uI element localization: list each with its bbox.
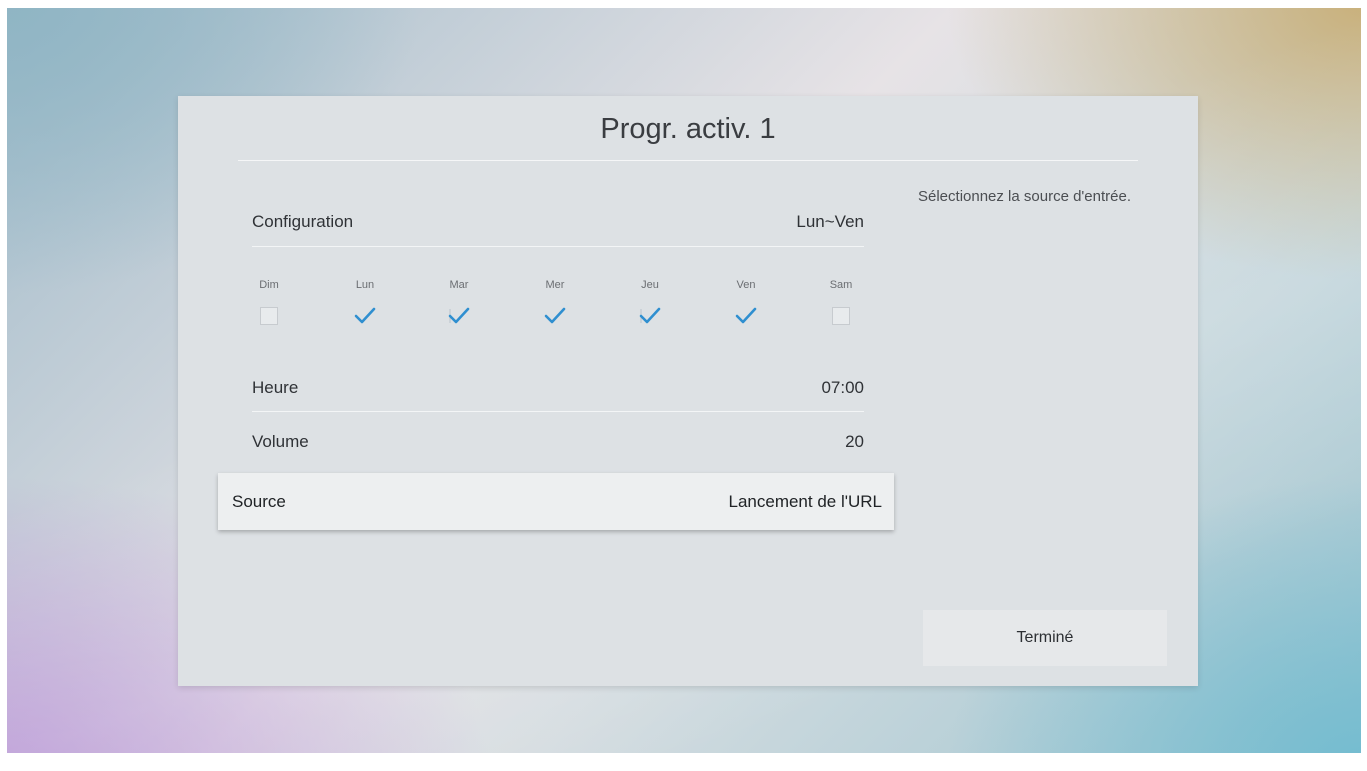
days-selector: Dim Lun Mar Mer Jeu Ven Sam: [244, 279, 874, 343]
day-friday[interactable]: Ven: [721, 279, 771, 327]
checkmark-icon[interactable]: [544, 305, 566, 327]
row-divider: [252, 411, 864, 412]
help-text: Sélectionnez la source d'entrée.: [918, 188, 1131, 205]
checkmark-icon[interactable]: [639, 305, 661, 327]
day-thursday[interactable]: Jeu: [625, 279, 675, 327]
configuration-value: Lun~Ven: [796, 212, 864, 231]
schedule-dialog: Progr. activ. 1 Configuration Lun~Ven Di…: [178, 96, 1198, 686]
checkmark-icon[interactable]: [735, 305, 757, 327]
day-label: Dim: [259, 279, 279, 291]
checkmark-icon[interactable]: [354, 305, 376, 327]
day-label: Lun: [355, 279, 375, 291]
unchecked-box-icon[interactable]: [258, 305, 280, 327]
volume-value: 20: [845, 432, 864, 451]
checkmark-icon[interactable]: [448, 305, 470, 327]
configuration-row[interactable]: Configuration Lun~Ven: [252, 202, 864, 242]
done-button[interactable]: Terminé: [923, 610, 1167, 666]
screen-border-top: [0, 0, 1367, 8]
day-wednesday[interactable]: Mer: [530, 279, 580, 327]
heure-label: Heure: [252, 378, 299, 397]
row-divider: [252, 246, 864, 247]
day-monday[interactable]: Lun: [340, 279, 390, 327]
day-label: Mar: [449, 279, 469, 291]
day-label: Ven: [736, 279, 756, 291]
day-saturday[interactable]: Sam: [816, 279, 866, 327]
day-tuesday[interactable]: Mar: [434, 279, 484, 327]
heure-row[interactable]: Heure 07:00: [252, 368, 864, 408]
heure-value: 07:00: [821, 378, 864, 397]
dialog-title: Progr. activ. 1: [600, 113, 776, 145]
screen-border-bottom: [0, 753, 1367, 771]
screen-border-left: [0, 0, 7, 771]
day-label: Sam: [829, 279, 853, 291]
volume-row[interactable]: Volume 20: [252, 422, 864, 462]
title-divider: [238, 160, 1138, 161]
screen-border-right: [1361, 0, 1367, 771]
unchecked-box-icon[interactable]: [830, 305, 852, 327]
source-row[interactable]: Source Lancement de l'URL: [218, 473, 894, 530]
configuration-label: Configuration: [252, 212, 354, 231]
source-label: Source: [232, 492, 286, 511]
day-sunday[interactable]: Dim: [244, 279, 294, 327]
day-label: Jeu: [641, 279, 659, 291]
day-label: Mer: [545, 279, 565, 291]
source-value: Lancement de l'URL: [728, 492, 883, 511]
volume-label: Volume: [252, 432, 309, 451]
